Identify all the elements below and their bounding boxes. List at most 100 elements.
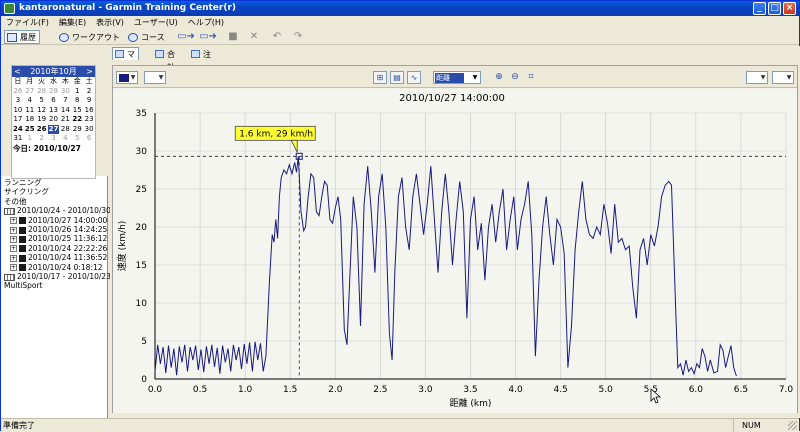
send-to-device-icon[interactable]: ▭➜ [177, 31, 195, 42]
maximize-button[interactable]: □ [768, 2, 781, 15]
calendar-day[interactable]: 4 [24, 96, 36, 106]
calendar-day[interactable]: 28 [36, 87, 48, 97]
calendar-day[interactable]: 3 [48, 134, 60, 144]
calendar-day[interactable]: 22 [71, 115, 83, 125]
line-color-select[interactable]: ▼ [116, 71, 138, 84]
close-button[interactable]: × [783, 2, 796, 15]
calendar-day[interactable]: 30 [59, 87, 71, 97]
menu-user[interactable]: ユーザー(U) [129, 16, 183, 29]
calendar-day[interactable]: 8 [71, 96, 83, 106]
calendar-day[interactable]: 11 [24, 106, 36, 116]
zoom-fit-icon[interactable]: ⌗ [525, 71, 537, 83]
calendar-day[interactable]: 6 [83, 134, 95, 144]
calendar-day[interactable]: 2 [36, 134, 48, 144]
tab-workout[interactable]: ワークアウト [56, 30, 124, 44]
expand-icon[interactable]: + [10, 264, 17, 272]
activity-label: 2010/10/24 11:36:52 [28, 253, 108, 263]
zoom-out-icon[interactable]: ⊖ [509, 71, 521, 83]
calendar-day[interactable]: 16 [83, 106, 95, 116]
calendar-day[interactable]: 14 [59, 106, 71, 116]
speed-distance-chart[interactable]: 2010/10/27 14:00:00 0 5 10 15 20 25 30 35 0.0 0.… [113, 89, 797, 413]
subtab-notes[interactable]: 注 [188, 47, 215, 60]
calendar-day[interactable]: 9 [83, 96, 95, 106]
right-series-color-select[interactable]: ▼ [746, 71, 768, 84]
subtab-map[interactable]: マップ [112, 47, 139, 85]
x-axis-select[interactable]: 距離 ▼ [433, 71, 481, 84]
disk-icon[interactable]: ■ [227, 31, 239, 42]
calendar-day[interactable]: 30 [83, 125, 95, 135]
tree-item-activity[interactable]: +2010/10/26 14:24:25 [4, 225, 108, 234]
minimize-button[interactable]: _ [753, 2, 766, 15]
calendar-day[interactable]: 31 [12, 134, 24, 144]
delete-icon[interactable]: ✕ [248, 31, 260, 42]
expand-icon[interactable]: + [10, 235, 17, 243]
calendar-day[interactable]: 1 [71, 87, 83, 97]
tree-item-activity[interactable]: +2010/10/24 11:36:52 [4, 253, 108, 262]
tree-item-other[interactable]: その他 [4, 197, 108, 206]
calendar-day[interactable]: 4 [59, 134, 71, 144]
tree-item-week[interactable]: 2010/10/24 - 2010/10/30 [4, 206, 111, 215]
calendar-day[interactable]: 3 [12, 96, 24, 106]
calendar-day[interactable]: 21 [59, 115, 71, 125]
calendar-day[interactable]: 7 [59, 96, 71, 106]
tab-history[interactable]: 履歴 [4, 30, 40, 44]
right-series-select[interactable]: ▼ [772, 71, 794, 84]
calendar-day[interactable]: 10 [12, 106, 24, 116]
menu-edit[interactable]: 編集(E) [54, 16, 91, 29]
tree-item-activity[interactable]: +2010/10/25 11:36:12 [4, 234, 108, 243]
calendar-day[interactable]: 15 [71, 106, 83, 116]
expand-icon[interactable]: + [10, 254, 17, 262]
expand-icon[interactable]: + [10, 245, 17, 253]
calendar-day[interactable]: 18 [24, 115, 36, 125]
tree-item-activity[interactable]: +2010/10/27 14:00:00 [4, 216, 108, 225]
calendar-day[interactable]: 17 [12, 115, 24, 125]
tree-item-week[interactable]: 2010/10/17 - 2010/10/23 [4, 272, 111, 281]
calendar-next-button[interactable]: > [85, 66, 94, 77]
chart-type-line-button[interactable]: ∿ [407, 71, 421, 84]
calendar-day[interactable]: 26 [36, 125, 48, 135]
calendar-day[interactable]: 12 [36, 106, 48, 116]
tree-item-activity[interactable]: +2010/10/24 22:22:26 [4, 244, 108, 253]
expand-icon[interactable]: + [10, 226, 17, 234]
calendar-day[interactable]: 29 [71, 125, 83, 135]
calendar-prev-button[interactable]: < [13, 66, 22, 77]
calendar-day[interactable]: 1 [24, 134, 36, 144]
chart-title: 2010/10/27 14:00:00 [399, 93, 505, 104]
calendar-day[interactable]: 20 [48, 115, 60, 125]
calendar-day[interactable]: 13 [48, 106, 60, 116]
tree-item-activity[interactable]: +2010/10/24 0:18:12 [4, 263, 108, 272]
redo-icon[interactable]: ↷ [292, 31, 304, 42]
chart-type-bar-button[interactable]: ⊞ [373, 71, 387, 84]
calendar-day[interactable]: 29 [48, 87, 60, 97]
tab-course[interactable]: コース [125, 30, 169, 44]
subtab-totals[interactable]: 合計 [152, 47, 179, 72]
calendar-day[interactable]: 25 [24, 125, 36, 135]
calendar-day[interactable]: 19 [36, 115, 48, 125]
calendar-today-label[interactable]: 今日: 2010/10/27 [12, 144, 95, 154]
calendar-day[interactable]: 2 [83, 87, 95, 97]
chart-type-area-button[interactable]: ▤ [390, 71, 404, 84]
resize-grip-icon[interactable] [788, 421, 797, 430]
calendar-day[interactable]: 24 [12, 125, 24, 135]
calendar-day[interactable]: 26 [12, 87, 24, 97]
calendar-day[interactable]: 5 [36, 96, 48, 106]
title-bar[interactable]: kantaronatural - Garmin Training Center(… [1, 1, 799, 16]
tree-item-running[interactable]: ランニング [4, 178, 108, 187]
activity-icon [19, 254, 26, 262]
tree-item-cycling[interactable]: サイクリング [4, 187, 108, 196]
menu-file[interactable]: ファイル(F) [1, 16, 54, 29]
calendar-day[interactable]: 5 [71, 134, 83, 144]
calendar-day[interactable]: 28 [59, 125, 71, 135]
expand-icon[interactable]: + [10, 217, 17, 225]
calendar-day[interactable]: 6 [48, 96, 60, 106]
menu-help[interactable]: ヘルプ(H) [183, 16, 229, 29]
calendar-day-selected[interactable]: 27 [47, 124, 60, 134]
secondary-series-select[interactable]: ▼ [144, 71, 166, 84]
receive-from-device-icon[interactable]: ▭➜ [199, 31, 217, 42]
menu-view[interactable]: 表示(V) [91, 16, 129, 29]
zoom-in-icon[interactable]: ⊕ [493, 71, 505, 83]
undo-icon[interactable]: ↶ [271, 31, 283, 42]
calendar-day[interactable]: 27 [24, 87, 36, 97]
calendar-day[interactable]: 23 [83, 115, 95, 125]
tree-item-multisport[interactable]: MultiSport [4, 281, 108, 290]
